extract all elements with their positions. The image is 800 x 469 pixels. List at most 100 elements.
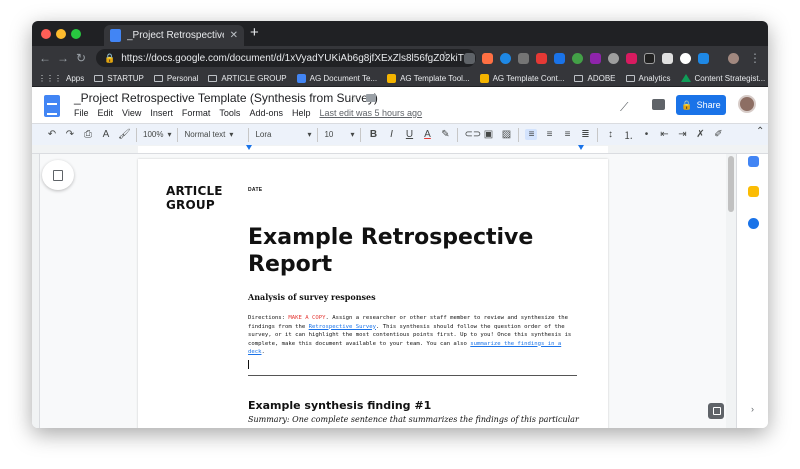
menu-tools[interactable]: Tools xyxy=(219,108,240,118)
redo-icon[interactable]: ↷ xyxy=(64,129,76,140)
extension-icon[interactable] xyxy=(608,53,619,64)
docs-home-icon[interactable] xyxy=(44,95,60,117)
vertical-scrollbar[interactable] xyxy=(726,154,736,428)
extension-icon[interactable] xyxy=(518,53,529,64)
bookmark-apps[interactable]: ⋮⋮⋮ Apps xyxy=(38,74,84,83)
align-justify-icon[interactable]: ≣ xyxy=(579,129,591,140)
line-spacing-icon[interactable]: ↕ xyxy=(604,129,616,140)
spellcheck-icon[interactable]: A xyxy=(100,129,112,140)
reload-icon[interactable]: ↻ xyxy=(72,51,90,65)
minimize-window-button[interactable] xyxy=(56,29,66,39)
tab-close-icon[interactable]: ✕ xyxy=(230,30,238,41)
bulleted-list-icon[interactable]: • xyxy=(640,129,652,140)
extension-icon[interactable] xyxy=(482,53,493,64)
align-left-icon[interactable]: ≡ xyxy=(525,129,538,140)
extension-icon[interactable] xyxy=(644,53,655,64)
document-title[interactable]: _Project Retrospective Template (Synthes… xyxy=(74,91,378,105)
decrease-indent-icon[interactable]: ⇤ xyxy=(658,129,670,140)
insert-image-icon[interactable]: ▨ xyxy=(500,129,512,140)
scroll-thumb[interactable] xyxy=(728,156,734,212)
left-indent-marker[interactable] xyxy=(246,145,252,150)
zoom-select[interactable]: 100% ▾ xyxy=(143,130,171,139)
extension-icon[interactable] xyxy=(500,53,511,64)
retrospective-survey-link[interactable]: Retrospective Survey xyxy=(309,324,376,330)
calendar-icon[interactable] xyxy=(748,156,759,167)
activity-trend-icon[interactable]: ⟋ xyxy=(620,100,628,115)
explore-button[interactable] xyxy=(708,403,724,419)
style-select[interactable]: Normal text ▾ xyxy=(184,130,242,139)
extension-icon[interactable] xyxy=(554,53,565,64)
link-icon[interactable]: ⊂⊃ xyxy=(464,129,481,140)
increase-indent-icon[interactable]: ⇥ xyxy=(676,129,688,140)
underline-icon[interactable]: U xyxy=(403,129,415,140)
align-right-icon[interactable]: ≡ xyxy=(561,129,573,140)
comments-icon[interactable] xyxy=(652,99,665,110)
bold-icon[interactable]: B xyxy=(367,129,379,140)
new-tab-button[interactable]: + xyxy=(250,24,259,41)
keep-icon[interactable] xyxy=(748,186,759,197)
bookmark-ag-template-tool[interactable]: AG Template Tool... xyxy=(387,73,470,83)
back-icon[interactable]: ← xyxy=(36,51,54,65)
bookmark-folder-article-group[interactable]: ARTICLE GROUP xyxy=(208,74,287,83)
close-window-button[interactable] xyxy=(41,29,51,39)
paint-format-icon[interactable]: 🖌 xyxy=(118,129,131,140)
menu-add-ons[interactable]: Add-ons xyxy=(249,108,283,118)
editing-mode-icon[interactable]: ✐ xyxy=(712,129,724,140)
toolbar-divider xyxy=(136,127,137,142)
maximize-window-button[interactable] xyxy=(71,29,81,39)
extension-icon[interactable] xyxy=(536,53,547,64)
menu-view[interactable]: View xyxy=(122,108,141,118)
bookmark-content-strategist[interactable]: Content Strategist... xyxy=(680,74,765,83)
align-center-icon[interactable]: ≡ xyxy=(543,129,555,140)
share-button[interactable]: 🔒 Share xyxy=(676,95,726,115)
folder-icon xyxy=(153,74,163,82)
chevron-down-icon: ▾ xyxy=(167,130,172,139)
menu-file[interactable]: File xyxy=(74,108,89,118)
extension-icon[interactable] xyxy=(626,53,637,64)
text-color-icon[interactable]: A xyxy=(421,129,433,140)
bookmark-star-icon[interactable]: ☆ xyxy=(440,49,450,62)
extension-icon[interactable] xyxy=(464,53,475,64)
menu-insert[interactable]: Insert xyxy=(150,108,173,118)
extension-icon[interactable] xyxy=(680,53,691,64)
add-comment-icon[interactable]: ▣ xyxy=(482,129,494,140)
toolbar-divider xyxy=(317,127,319,142)
browser-tab[interactable]: _Project Retrospective Templa ✕ xyxy=(104,25,244,46)
font-size-select[interactable]: 10 ▾ xyxy=(324,130,354,139)
extension-icon[interactable] xyxy=(590,53,601,64)
last-edit-link[interactable]: Last edit was 5 hours ago xyxy=(319,108,422,118)
menu-edit[interactable]: Edit xyxy=(98,108,114,118)
right-indent-marker[interactable] xyxy=(578,145,584,150)
extension-icon[interactable] xyxy=(698,53,709,64)
bookmark-ag-template-cont[interactable]: AG Template Cont... xyxy=(479,73,564,83)
address-bar[interactable]: 🔒 https://docs.google.com/document/d/1xV… xyxy=(96,49,476,67)
numbered-list-icon[interactable]: ⒈ xyxy=(622,127,634,142)
menu-format[interactable]: Format xyxy=(182,108,211,118)
undo-icon[interactable]: ↶ xyxy=(46,129,58,140)
bookmark-ag-document[interactable]: AG Document Te... xyxy=(296,73,377,83)
document-outline-button[interactable] xyxy=(42,160,74,190)
bookmark-folder-personal[interactable]: Personal xyxy=(153,74,198,83)
collapse-toolbar-icon[interactable]: ⌃ xyxy=(756,126,764,137)
extension-icon[interactable] xyxy=(662,53,673,64)
italic-icon[interactable]: I xyxy=(385,129,397,140)
bookmark-folder-startup[interactable]: STARTUP xyxy=(94,74,144,83)
bookmark-folder-adobe[interactable]: ADOBE xyxy=(574,74,616,83)
chevron-right-icon[interactable]: › xyxy=(751,404,754,414)
move-folder-icon[interactable] xyxy=(366,94,376,102)
tasks-icon[interactable] xyxy=(748,218,759,229)
logo-line-1: ARTICLE xyxy=(166,184,223,198)
bookmark-folder-analytics[interactable]: Analytics xyxy=(625,74,671,83)
menu-help[interactable]: Help xyxy=(292,108,311,118)
browser-menu-icon[interactable]: ⋮ xyxy=(746,51,764,65)
extension-icon[interactable] xyxy=(572,53,583,64)
highlight-icon[interactable]: ✎ xyxy=(439,129,451,140)
profile-avatar[interactable] xyxy=(728,53,739,64)
clear-formatting-icon[interactable]: ✗ xyxy=(694,129,706,140)
document-page[interactable]: ARTICLE GROUP DATE Example Retrospective… xyxy=(138,159,608,428)
font-select[interactable]: Lora ▾ xyxy=(255,130,311,139)
forward-icon[interactable]: → xyxy=(54,51,72,65)
avatar[interactable] xyxy=(738,95,756,113)
star-icon[interactable]: ☆ xyxy=(348,92,358,105)
print-icon[interactable]: ⎙ xyxy=(82,129,94,140)
